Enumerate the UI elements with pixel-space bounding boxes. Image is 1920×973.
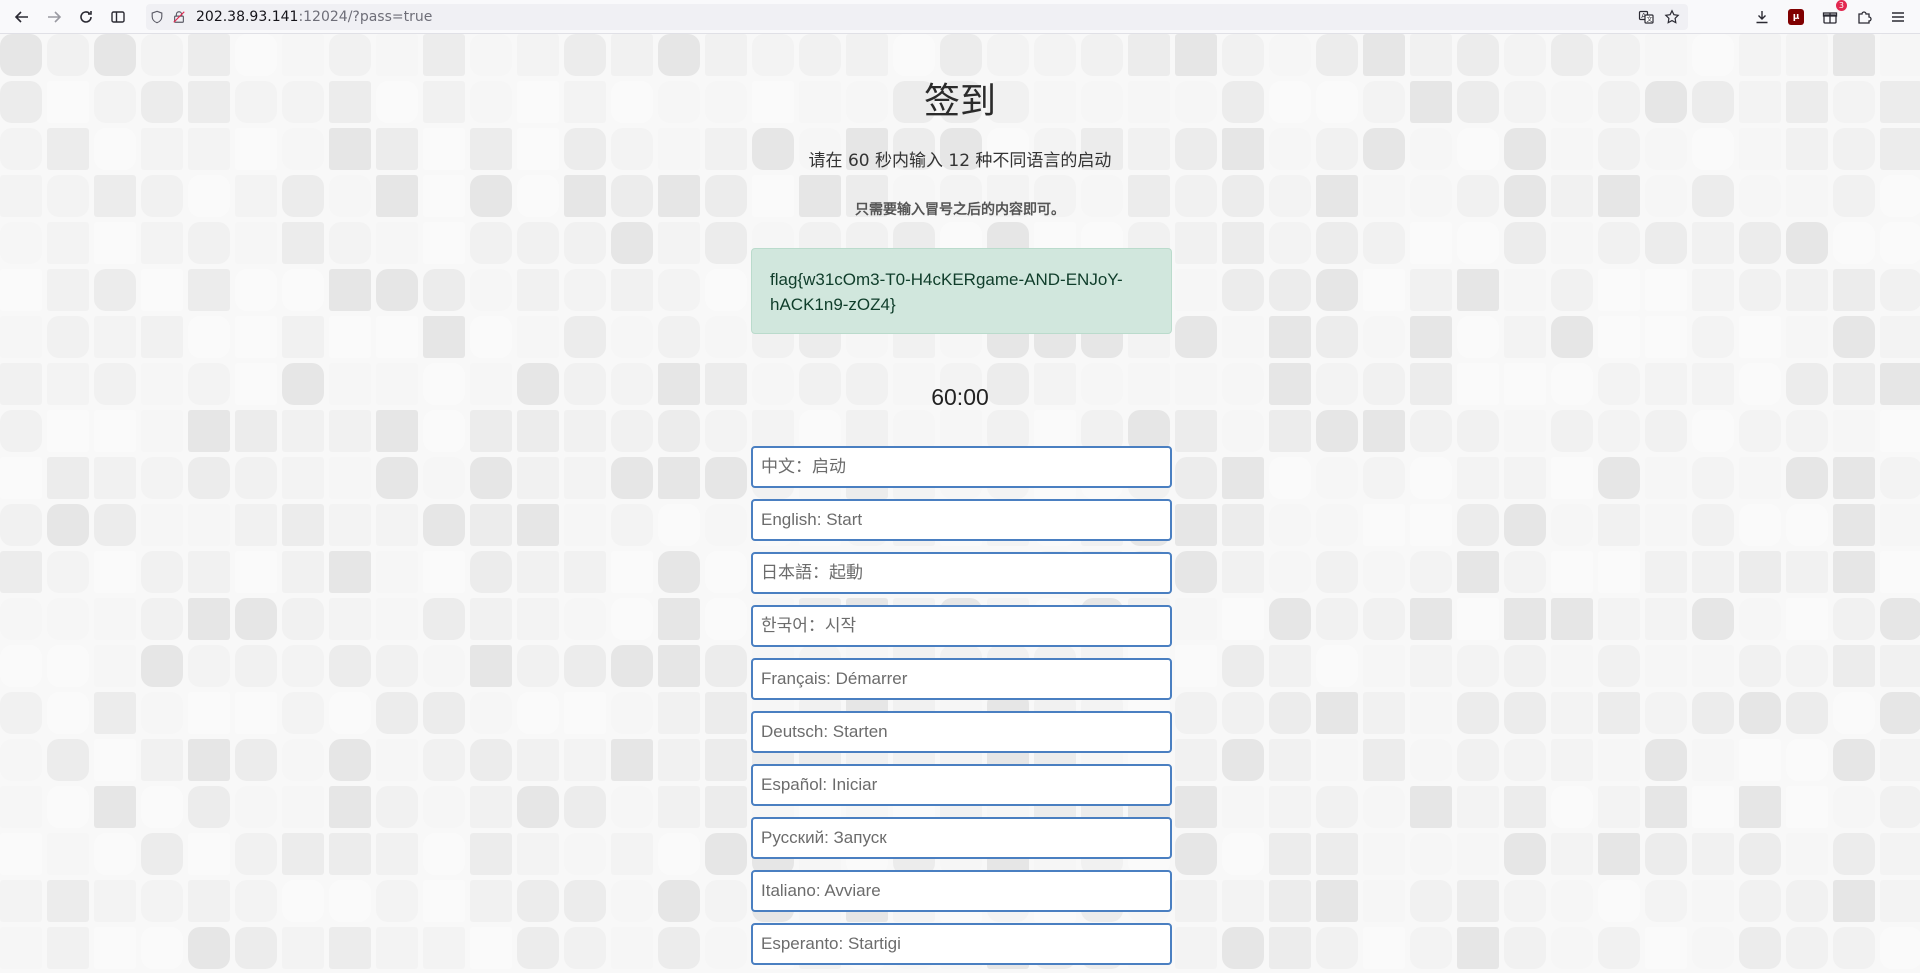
input-spanish[interactable] [751,764,1172,806]
page-subtitle: 请在 60 秒内输入 12 种不同语言的启动 [808,151,1112,171]
url-text[interactable]: 202.38.93.141:12024/?pass=true [196,9,432,25]
url-actions: A文 [1634,6,1684,28]
input-japanese[interactable] [751,552,1172,594]
url-path: :12024/?pass=true [298,9,433,25]
input-chinese[interactable] [751,446,1172,488]
back-icon[interactable] [8,3,36,31]
svg-text:文: 文 [1647,16,1653,24]
url-bar[interactable]: 202.38.93.141:12024/?pass=true A文 [146,4,1688,30]
countdown-timer: 60:00 [931,384,989,410]
input-esperanto[interactable] [751,923,1172,965]
input-russian[interactable] [751,817,1172,859]
translate-icon[interactable]: A文 [1634,6,1658,28]
nav-buttons [0,3,132,31]
page-viewport: 签到 请在 60 秒内输入 12 种不同语言的启动 只需要输入冒号之后的内容即可… [0,34,1920,973]
flag-alert: flag{w31cOm3-T0-H4cKERgame-AND-ENJoY-hAC… [751,248,1172,334]
shield-icon[interactable] [146,6,168,28]
url-host: 202.38.93.141 [196,9,299,25]
instruction-note: 只需要输入冒号之后的内容即可。 [855,202,1065,218]
input-french[interactable] [751,658,1172,700]
browser-toolbar: 202.38.93.141:12024/?pass=true A文 μ 3 [0,0,1920,34]
extensions-puzzle-icon[interactable] [1850,3,1878,31]
flag-text: flag{w31cOm3-T0-H4cKERgame-AND-ENJoY-hAC… [770,270,1123,314]
language-inputs [751,446,1172,973]
menu-hamburger-icon[interactable] [1884,3,1912,31]
input-italian[interactable] [751,870,1172,912]
page-title: 签到 [923,81,996,122]
main-content: 签到 请在 60 秒内输入 12 种不同语言的启动 只需要输入冒号之后的内容即可… [0,34,1920,973]
input-english[interactable] [751,499,1172,541]
bookmark-star-icon[interactable] [1660,6,1684,28]
sidebar-icon[interactable] [104,3,132,31]
downloads-icon[interactable] [1748,3,1776,31]
input-korean[interactable] [751,605,1172,647]
extension-gift-icon[interactable]: 3 [1816,0,1847,31]
insecure-lock-icon[interactable] [168,6,190,28]
toolbar-right: μ 3 [1748,0,1912,31]
extension-badge: 3 [1835,0,1847,11]
forward-icon[interactable] [40,3,68,31]
reload-icon[interactable] [72,3,100,31]
input-german[interactable] [751,711,1172,753]
ublock-icon[interactable]: μ [1782,3,1810,31]
